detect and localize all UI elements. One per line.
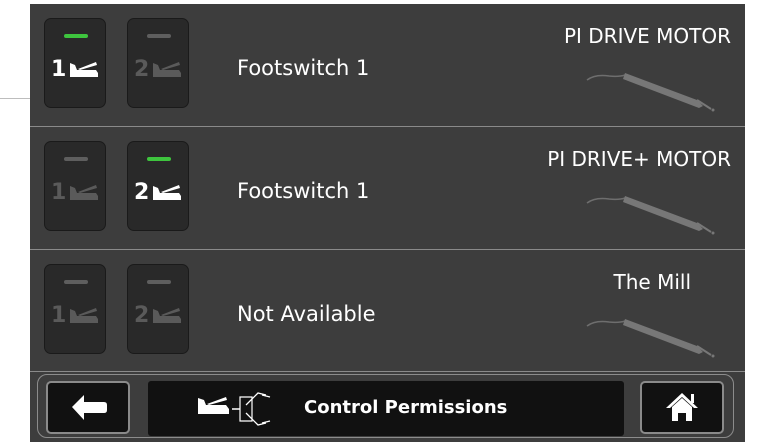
back-button[interactable]	[46, 381, 130, 434]
left-divider-line	[0, 98, 30, 99]
footswitch-status: Footswitch 1	[237, 56, 370, 80]
footswitch-1-button[interactable]: 1	[44, 18, 106, 108]
home-button[interactable]	[640, 381, 724, 434]
footswitch-status: Not Available	[237, 302, 376, 326]
foot-pedal-icon	[153, 308, 181, 323]
tool-row: 1 2 Not Available The Mill	[30, 250, 745, 372]
foot-pedal-icon	[153, 62, 181, 77]
footswitch-1-button[interactable]: 1	[44, 264, 106, 354]
row-divider	[30, 371, 745, 372]
status-led	[147, 34, 171, 38]
tool-row: 1 2 Footswitch 1 PI DRIVE+ MOTOR	[30, 127, 745, 249]
footswitch-number: 1	[51, 57, 67, 82]
screen-title-bar: Control Permissions	[148, 381, 624, 436]
footswitch-2-button[interactable]: 2	[127, 18, 189, 108]
footswitch-number: 1	[51, 180, 67, 205]
footswitch-number: 2	[134, 180, 150, 205]
footswitch-2-button[interactable]: 2	[127, 141, 189, 231]
tool-row: 1 2 Footswitch 1 PI DRIVE MOTOR	[30, 4, 745, 126]
arrow-left-icon	[72, 395, 107, 420]
status-led	[64, 280, 88, 284]
handpiece-icon	[586, 73, 715, 112]
footswitch-number: 1	[51, 303, 67, 328]
footswitch-number: 2	[134, 303, 150, 328]
handpiece-icon	[586, 196, 715, 235]
foot-pedal-icon	[70, 62, 98, 77]
footswitch-1-button[interactable]: 1	[44, 141, 106, 231]
control-permissions-panel: 1 2 Footswitch 1 PI DRIVE MOTOR 1 2 Foot…	[30, 4, 745, 442]
footswitch-number: 2	[134, 57, 150, 82]
status-led	[64, 34, 88, 38]
foot-pedal-icon	[153, 185, 181, 200]
foot-pedal-icon	[70, 185, 98, 200]
tool-name: PI DRIVE+ MOTOR	[547, 147, 731, 171]
foot-pedal-icon	[70, 308, 98, 323]
status-led	[147, 157, 171, 161]
handpiece-icon	[586, 319, 715, 358]
footswitch-handpiece-icon	[198, 392, 271, 426]
tool-name: PI DRIVE MOTOR	[563, 24, 731, 48]
home-icon	[666, 393, 698, 421]
page-title: Control Permissions	[304, 397, 508, 418]
tool-name: The Mill	[613, 270, 691, 294]
status-led	[147, 280, 171, 284]
status-led	[64, 157, 88, 161]
footswitch-status: Footswitch 1	[237, 179, 370, 203]
footswitch-2-button[interactable]: 2	[127, 264, 189, 354]
